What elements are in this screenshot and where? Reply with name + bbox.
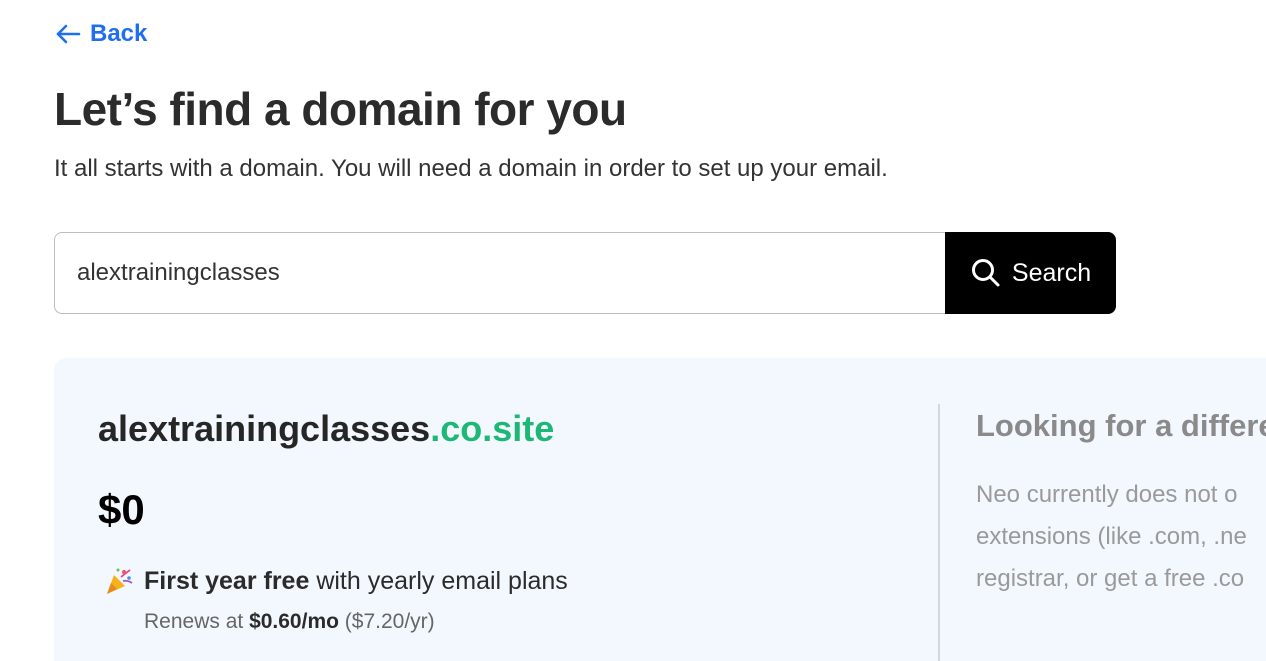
back-label: Back [90,20,148,47]
domain-result-card: alextrainingclasses.co.site $0 First yea… [54,358,1266,661]
renew-monthly: $0.60/mo [249,610,339,633]
alternative-line: registrar, or get a free .co [976,565,1245,592]
search-icon [971,259,1000,287]
offer-text: First year free with yearly email plans [144,567,568,596]
page-subtitle: It all starts with a domain. You will ne… [54,155,888,182]
alternative-description: Neo currently does not o extensions (lik… [976,474,1266,600]
card-divider [938,404,940,661]
search-button[interactable]: Search [945,232,1116,314]
alternative-title: Looking for a differe [976,408,1266,443]
alternative-domain-panel: Looking for a differe Neo currently does… [976,358,1266,661]
offer-rest: with yearly email plans [309,566,568,595]
offer-bold: First year free [144,566,310,595]
suggested-domain-panel: alextrainingclasses.co.site $0 First yea… [98,358,918,661]
domain-extension: .co.site [430,408,555,449]
page: Back Let’s find a domain for you It all … [0,0,1266,661]
suggested-domain[interactable]: alextrainingclasses.co.site [98,408,554,450]
alternative-line: Neo currently does not o [976,481,1238,508]
domain-search-input[interactable] [54,232,945,314]
domain-base: alextrainingclasses [98,408,431,449]
offer-row: First year free with yearly email plans [104,566,568,596]
search-button-label: Search [1011,258,1092,287]
back-link[interactable]: Back [54,20,147,48]
domain-price: $0 [98,486,145,533]
alternative-line: extensions (like .com, .ne [976,523,1247,550]
arrow-left-icon [56,24,81,44]
renew-yearly: ($7.20/yr) [338,610,435,633]
domain-search-bar: Search [54,232,1116,314]
renewal-info: Renews at $0.60/mo ($7.20/yr) [144,610,435,634]
renew-prefix: Renews at [144,610,250,633]
party-popper-icon [107,568,133,594]
page-title: Let’s find a domain for you [54,83,627,135]
